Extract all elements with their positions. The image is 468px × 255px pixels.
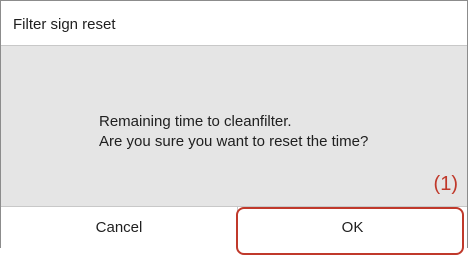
message-line-2: Are you sure you want to reset the time? xyxy=(99,133,369,150)
dialog-title-bar: Filter sign reset xyxy=(1,1,467,46)
dialog-message: Remaining time to cleanfilter. Are you s… xyxy=(99,112,368,152)
annotation-label: (1) xyxy=(433,173,458,195)
ok-button[interactable]: OK xyxy=(238,207,467,248)
cancel-button[interactable]: Cancel xyxy=(1,207,238,248)
dialog-body: Remaining time to cleanfilter. Are you s… xyxy=(1,46,467,206)
dialog-button-row: Cancel OK xyxy=(1,206,467,248)
filter-sign-reset-dialog: Filter sign reset Remaining time to clea… xyxy=(0,0,468,248)
dialog-title: Filter sign reset xyxy=(13,16,116,33)
message-line-1: Remaining time to cleanfilter. xyxy=(99,113,292,130)
